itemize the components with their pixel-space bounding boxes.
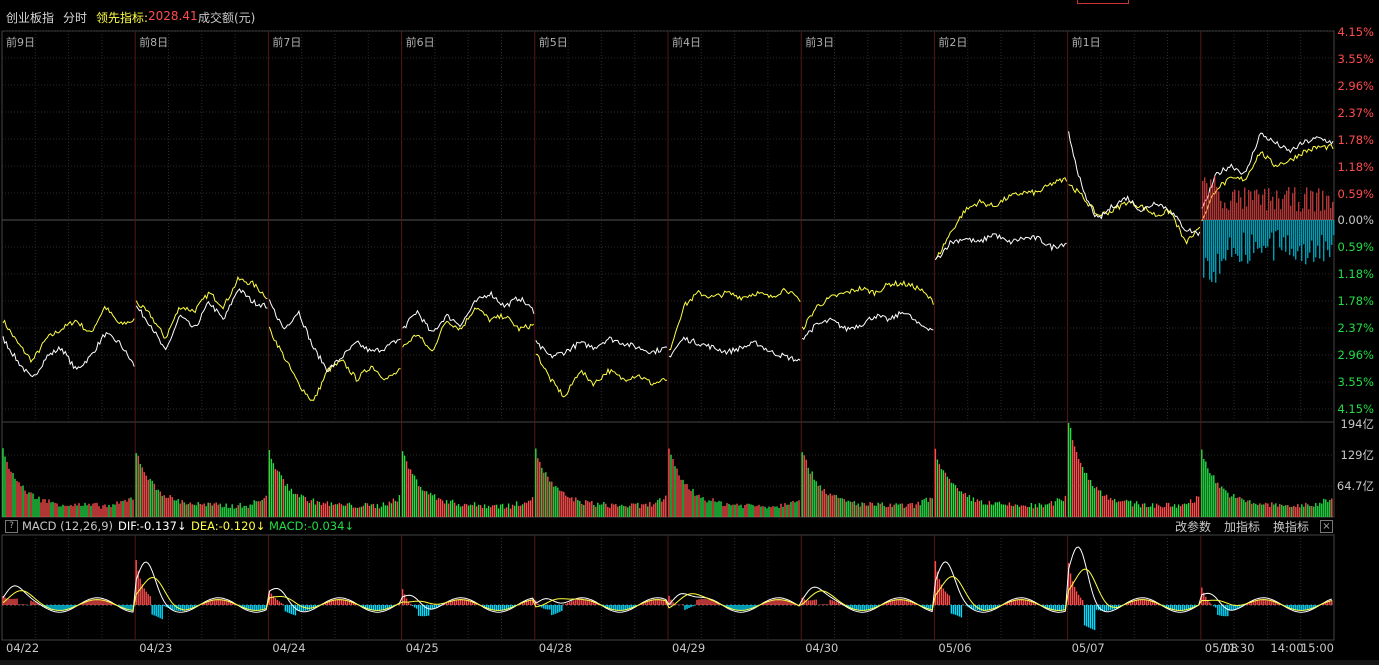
chart-header: 创业板指 分时 领先指标: 2028.41 成交额(元) [0,0,1379,30]
close-icon[interactable]: × [1320,520,1333,533]
day-label: 前6日 [406,35,435,49]
pct-axis-label-down: 2.96% [1337,348,1374,362]
pct-axis-label-up: 3.55% [1337,52,1374,66]
macd-header-bar: MACD (12,26,9) DIF:-0.137↓ DEA:-0.120↓ M… [0,518,1338,534]
volume-axis-label: 194亿 [1341,417,1374,431]
time-label: 11:30 [1221,641,1254,655]
date-label: 04/24 [272,641,305,655]
date-label: 05/07 [1072,641,1105,655]
day-label: 前3日 [805,35,834,49]
pct-axis-label-down: 1.78% [1337,294,1374,308]
bottom-tab-strip[interactable] [0,660,1379,665]
pct-axis-label-down: 4.15% [1337,402,1374,416]
pct-axis-label-down: 0.59% [1337,240,1374,254]
active-tab-marker[interactable] [1077,0,1129,4]
date-label: 04/23 [139,641,172,655]
day-label: 前7日 [272,35,301,49]
date-label: 04/30 [805,641,838,655]
intraday-chart-canvas[interactable]: 前9日 前8日 前7日 前6日 前5日 前4日 前3日 前2日 前1日 4.15% 3.55% 2.9… [0,0,1379,665]
pct-axis-label-up: 1.78% [1337,133,1374,147]
add-indicator-button[interactable]: 加指标 [1224,518,1260,535]
volume-label: 成交额(元) [198,11,256,25]
pct-axis-label-up: 1.18% [1337,160,1374,174]
volume-axis-label: 64.7亿 [1337,479,1374,493]
leading-indicator-line [1201,143,1334,222]
pct-axis-label-down: 1.18% [1337,267,1374,281]
pct-axis-label-up: 2.37% [1337,106,1374,120]
time-label: 14:00 [1270,641,1303,655]
date-label: 04/29 [672,641,705,655]
time-label: 15:00 [1301,641,1334,655]
leading-indicator-label: 领先指标: [96,11,149,25]
pct-axis-label-down: 2.37% [1337,321,1374,335]
date-label: 04/25 [406,641,439,655]
date-label: 05/06 [938,641,971,655]
date-label: 04/22 [6,641,39,655]
date-label: 04/28 [539,641,572,655]
macd-dif-value: DIF:-0.137↓ [118,519,187,533]
macd-dea-value: DEA:-0.120↓ [191,519,266,533]
index-price-line [1201,132,1334,209]
edit-params-button[interactable]: 改参数 [1175,518,1211,535]
day-label: 前9日 [6,35,35,49]
leading-indicator-value: 2028.41 [148,9,198,23]
volume-axis-label: 129亿 [1341,448,1374,462]
switch-indicator-button[interactable]: 换指标 [1273,518,1309,535]
leading-indicator-line [535,353,668,398]
index-name[interactable]: 创业板指 [6,9,54,26]
day-label: 前4日 [672,35,701,49]
leading-indicator-line [402,307,535,352]
macd-hist-value: MACD:-0.034↓ [269,519,355,533]
pct-axis-label-down: 3.55% [1337,375,1374,389]
day-label: 前2日 [938,35,967,49]
pct-axis-label-up: 0.59% [1337,187,1374,201]
day-label: 前1日 [1072,35,1101,49]
pct-axis-label-up: 2.96% [1337,79,1374,93]
macd-name[interactable]: MACD (12,26,9) [22,519,113,533]
timeframe-mode[interactable]: 分时 [63,9,87,26]
day-label: 前8日 [139,35,168,49]
day-label: 前5日 [539,35,568,49]
pct-axis-label-zero: 0.00% [1337,213,1374,227]
